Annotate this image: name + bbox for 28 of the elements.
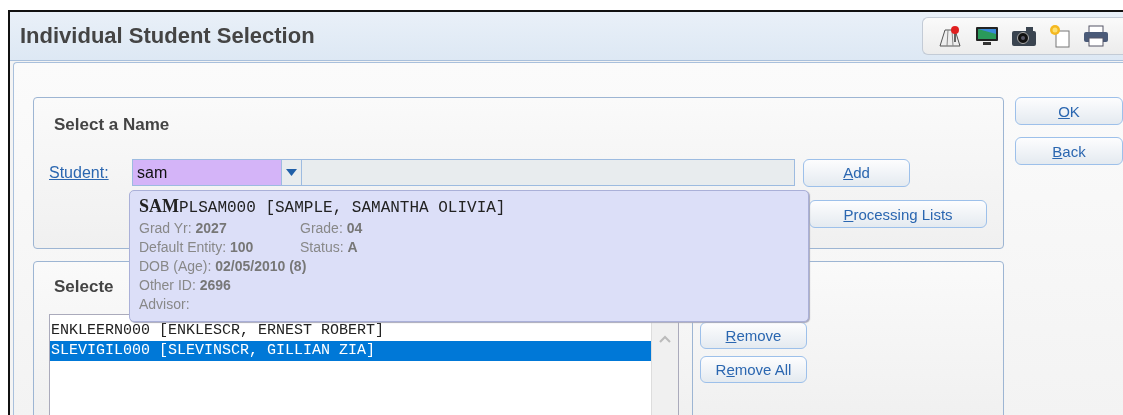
student-list-item[interactable]: SLEVIGIL000 [SLEVINSCR, GILLIAN ZIA] <box>50 341 651 361</box>
student-detail: Other ID: 2696 <box>139 276 232 295</box>
student-link[interactable]: Student: <box>49 163 132 182</box>
monitor-icon[interactable] <box>975 25 999 47</box>
processing-lists-button[interactable]: Processing Lists <box>809 200 987 228</box>
student-detail: DOB (Age): 02/05/2010 (8) <box>139 257 308 276</box>
student-detail: Grad Yr: 2027 <box>139 219 228 238</box>
remove-button[interactable]: Remove <box>700 322 807 349</box>
selected-students-list[interactable]: ENKLEERN000 [ENKLESCR, ERNEST ROBERT] SLEVIGIL000 [SLEVINSCR, GILLIAN ZIA] <box>49 314 679 415</box>
student-list-item[interactable]: ENKLEERN000 [ENKLESCR, ERNEST ROBERT] <box>50 321 651 341</box>
student-input-field[interactable]: sam <box>133 160 281 185</box>
dialog-button[interactable]: Back <box>1015 137 1123 165</box>
panel-heading: Select a Name <box>54 114 171 136</box>
student-suggestion-popup[interactable]: SAMPLSAM000 [SAMPLE, SAMANTHA OLIVIA] Grad Yr: 2027 Grade: 04 Default Entity: 100 Status: A DOB (Age): 02/05/2010 (8) Other ID: 2696 Advisor: <box>129 190 809 322</box>
student-suggestion-title: SAMPLSAM000 [SAMPLE, SAMANTHA OLIVIA] <box>139 195 507 219</box>
map-pin-icon[interactable] <box>937 24 963 48</box>
window-title: Individual Student Selection <box>20 23 315 49</box>
panel-heading: Selecte <box>54 277 114 296</box>
remove-all-button[interactable]: Remove All <box>700 356 807 383</box>
printer-icon[interactable] <box>1083 25 1109 47</box>
add-button[interactable]: Add <box>803 158 910 187</box>
student-detail: Grade: 04 <box>300 219 363 238</box>
dropdown-arrow-icon[interactable] <box>286 169 297 176</box>
student-detail: Advisor: <box>139 295 191 314</box>
camera-icon[interactable] <box>1011 25 1037 47</box>
student-detail: Default Entity: 100 <box>139 238 255 257</box>
student-detail: Status: A <box>300 238 358 257</box>
dialog-button[interactable]: OK <box>1015 97 1123 125</box>
